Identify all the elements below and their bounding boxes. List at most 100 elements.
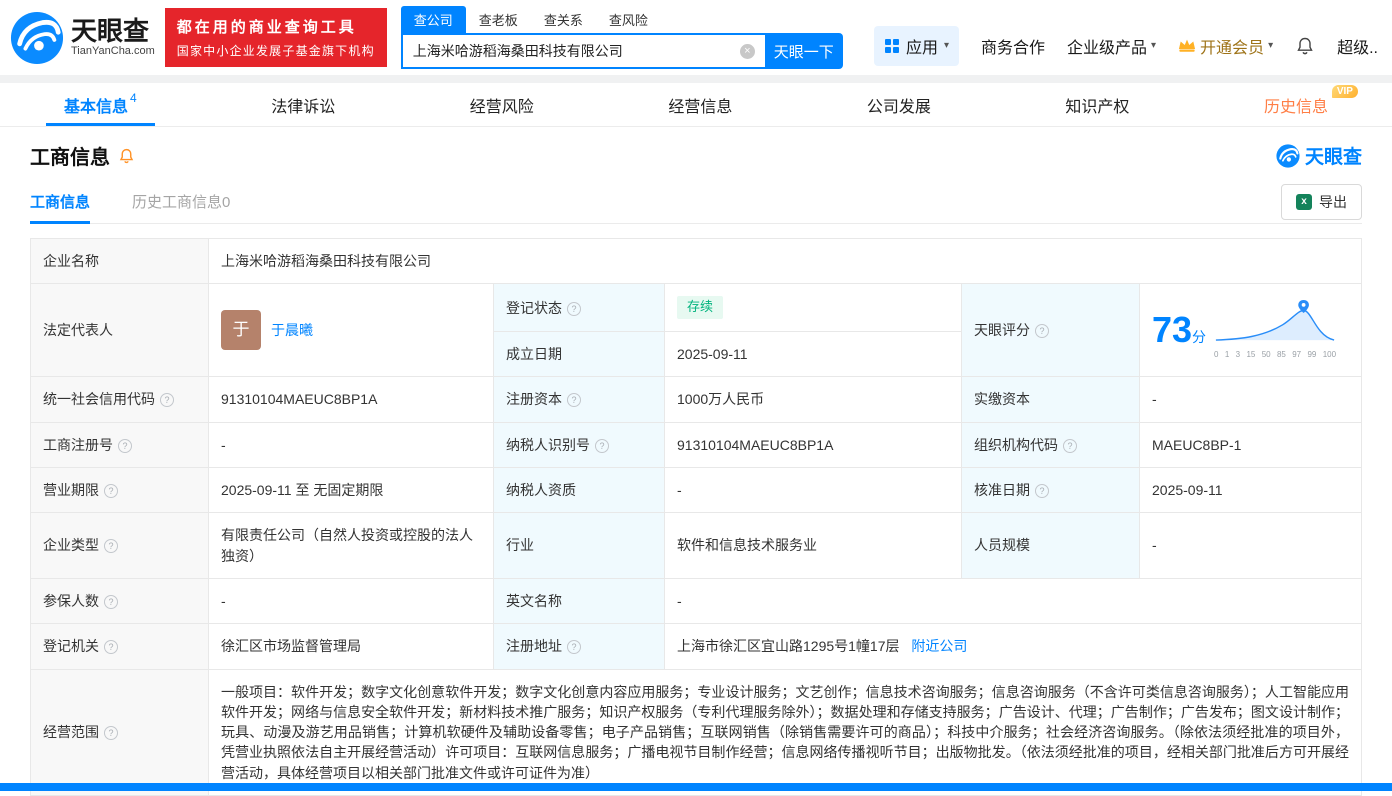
promo-banner: 都在用的商业查询工具 国家中小企业发展子基金旗下机构 — [165, 8, 387, 67]
search-tabs: 查公司 查老板 查关系 查风险 — [401, 6, 843, 33]
help-icon[interactable]: ? — [118, 439, 132, 453]
tianyancha-logo[interactable]: 天眼查 TianYanCha.com — [10, 11, 155, 65]
staff-size-value: - — [1140, 513, 1362, 579]
company-name-value: 上海米哈游稻海桑田科技有限公司 — [209, 239, 1362, 284]
footer-strip — [0, 783, 1392, 791]
score-cell: 73分 0131550859799100 — [1140, 284, 1362, 377]
address-value: 上海市徐汇区宜山路1295号1幢17层 — [677, 638, 900, 654]
help-icon[interactable]: ? — [1035, 324, 1049, 338]
tab-operating-risk[interactable]: 经营风险 — [446, 83, 558, 126]
search-tab-relation[interactable]: 查关系 — [531, 6, 596, 33]
authority-value: 徐汇区市场监督管理局 — [209, 624, 494, 669]
score-distribution-chart: 0131550859799100 — [1214, 300, 1336, 360]
promo-line2: 国家中小企业发展子基金旗下机构 — [177, 42, 375, 59]
crown-icon — [1178, 38, 1196, 53]
search-tab-risk[interactable]: 查风险 — [596, 6, 661, 33]
export-button[interactable]: x 导出 — [1281, 184, 1362, 220]
field-label-staff-size: 人员规模 — [962, 513, 1140, 579]
chevron-down-icon: ▾ — [1268, 40, 1273, 51]
field-label-term: 营业期限? — [31, 468, 209, 513]
search-tab-boss[interactable]: 查老板 — [466, 6, 531, 33]
super-link[interactable]: 超级.. — [1337, 34, 1378, 58]
approval-date-value: 2025-09-11 — [1140, 468, 1362, 513]
field-label-taxpayer-id: 纳税人识别号? — [494, 422, 665, 467]
subtab-business-info[interactable]: 工商信息 — [30, 180, 90, 223]
search-tab-company[interactable]: 查公司 — [401, 6, 466, 33]
credit-code-value: 91310104MAEUC8BP1A — [209, 377, 494, 422]
legal-rep-avatar[interactable]: 于 — [221, 310, 261, 350]
field-label-taxpayer-quality: 纳税人资质 — [494, 468, 665, 513]
help-icon[interactable]: ? — [567, 393, 581, 407]
help-icon[interactable]: ? — [104, 595, 118, 609]
tab-operating-info[interactable]: 经营信息 — [644, 83, 756, 126]
brand-domain: TianYanCha.com — [71, 45, 155, 57]
field-label-paid-capital: 实缴资本 — [962, 377, 1140, 422]
field-label-approval-date: 核准日期? — [962, 468, 1140, 513]
company-type-value: 有限责任公司（自然人投资或控股的法人独资） — [209, 513, 494, 579]
help-icon[interactable]: ? — [567, 302, 581, 316]
industry-value: 软件和信息技术服务业 — [665, 513, 962, 579]
help-icon[interactable]: ? — [595, 439, 609, 453]
subscribe-bell-icon[interactable] — [118, 147, 135, 165]
chevron-down-icon: ▾ — [1151, 40, 1156, 51]
business-info-subtabs: 工商信息 历史工商信息0 x 导出 — [30, 180, 1362, 224]
help-icon[interactable]: ? — [160, 393, 174, 407]
brand-name: 天眼查 — [71, 18, 155, 45]
table-row: 参保人数? - 英文名称 - — [31, 578, 1362, 623]
vip-badge: VIP — [1332, 85, 1358, 98]
insured-count-value: - — [209, 578, 494, 623]
help-icon[interactable]: ? — [1063, 439, 1077, 453]
tab-intellectual-property[interactable]: 知识产权 — [1041, 83, 1153, 126]
help-icon[interactable]: ? — [104, 640, 118, 654]
notification-bell-icon[interactable] — [1295, 35, 1315, 57]
search-block: 查公司 查老板 查关系 查风险 × 天眼一下 — [401, 6, 843, 69]
tab-company-development[interactable]: 公司发展 — [843, 83, 955, 126]
reg-status-value: 存续 — [665, 284, 962, 332]
subtab-history-business-info[interactable]: 历史工商信息0 — [132, 180, 230, 223]
score-value: 73分 — [1152, 312, 1206, 348]
field-label-credit-code: 统一社会信用代码? — [31, 377, 209, 422]
clear-search-icon[interactable]: × — [740, 44, 755, 59]
help-icon[interactable]: ? — [104, 726, 118, 740]
term-value: 2025-09-11 至 无固定期限 — [209, 468, 494, 513]
taxpayer-quality-value: - — [665, 468, 962, 513]
field-label-reg-number: 工商注册号? — [31, 422, 209, 467]
help-icon[interactable]: ? — [104, 484, 118, 498]
tab-legal-proceedings[interactable]: 法律诉讼 — [247, 83, 359, 126]
org-code-value: MAEUC8BP-1 — [1140, 422, 1362, 467]
help-icon[interactable]: ? — [1035, 484, 1049, 498]
tab-count-badge: 4 — [130, 91, 137, 105]
reg-number-value: - — [209, 422, 494, 467]
field-label-authority: 登记机关? — [31, 624, 209, 669]
paid-capital-value: - — [1140, 377, 1362, 422]
business-scope-value: 一般项目：软件开发；数字文化创意软件开发；数字文化创意内容应用服务；专业设计服务… — [209, 669, 1362, 795]
business-info-table: 企业名称 上海米哈游稻海桑田科技有限公司 法定代表人 于 于晨曦 登记状态? 存… — [30, 238, 1362, 796]
help-icon[interactable]: ? — [104, 539, 118, 553]
field-label-english-name: 英文名称 — [494, 578, 665, 623]
business-cooperation-link[interactable]: 商务合作 — [981, 34, 1045, 58]
field-label-industry: 行业 — [494, 513, 665, 579]
tab-basic-info[interactable]: 基本信息 4 — [40, 83, 161, 126]
chevron-down-icon: ▾ — [944, 40, 949, 51]
status-badge: 存续 — [677, 296, 723, 319]
nearby-companies-link[interactable]: 附近公司 — [911, 638, 967, 654]
help-icon[interactable]: ? — [567, 640, 581, 654]
table-row: 登记机关? 徐汇区市场监督管理局 注册地址? 上海市徐汇区宜山路1295号1幢1… — [31, 624, 1362, 669]
search-input[interactable] — [403, 43, 740, 59]
table-row: 法定代表人 于 于晨曦 登记状态? 存续 天眼评分? 73分 — [31, 284, 1362, 332]
grid-icon — [884, 38, 900, 54]
chart-axis-ticks: 0131550859799100 — [1214, 349, 1336, 361]
taxpayer-id-value: 91310104MAEUC8BP1A — [665, 422, 962, 467]
search-button[interactable]: 天眼一下 — [765, 33, 843, 69]
table-row: 营业期限? 2025-09-11 至 无固定期限 纳税人资质 - 核准日期? 2… — [31, 468, 1362, 513]
apps-button[interactable]: 应用 ▾ — [874, 26, 959, 66]
legal-rep-cell: 于 于晨曦 — [209, 284, 494, 377]
address-cell: 上海市徐汇区宜山路1295号1幢17层 附近公司 — [665, 624, 1362, 669]
field-label-reg-status: 登记状态? — [494, 284, 665, 332]
tab-history-info[interactable]: 历史信息 VIP — [1240, 83, 1352, 126]
enterprise-product-link[interactable]: 企业级产品 ▾ — [1067, 34, 1156, 58]
main-content: 工商信息 天眼查 工商信息 历史工商信息0 x 导出 — [0, 141, 1392, 796]
open-vip-link[interactable]: 开通会员 ▾ — [1178, 34, 1273, 58]
legal-rep-link[interactable]: 于晨曦 — [271, 320, 313, 340]
header-right-nav: 应用 ▾ 商务合作 企业级产品 ▾ 开通会员 ▾ 超级.. — [874, 26, 1378, 66]
